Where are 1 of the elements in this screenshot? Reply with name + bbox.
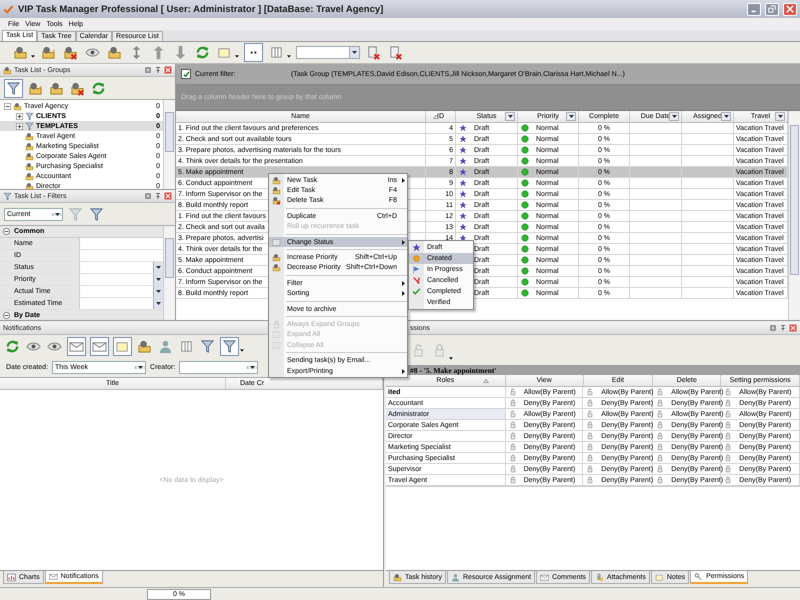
window-title: VIP Task Manager Professional [ User: Administrator ] [DataBase: Travel Agency]	[18, 4, 384, 14]
